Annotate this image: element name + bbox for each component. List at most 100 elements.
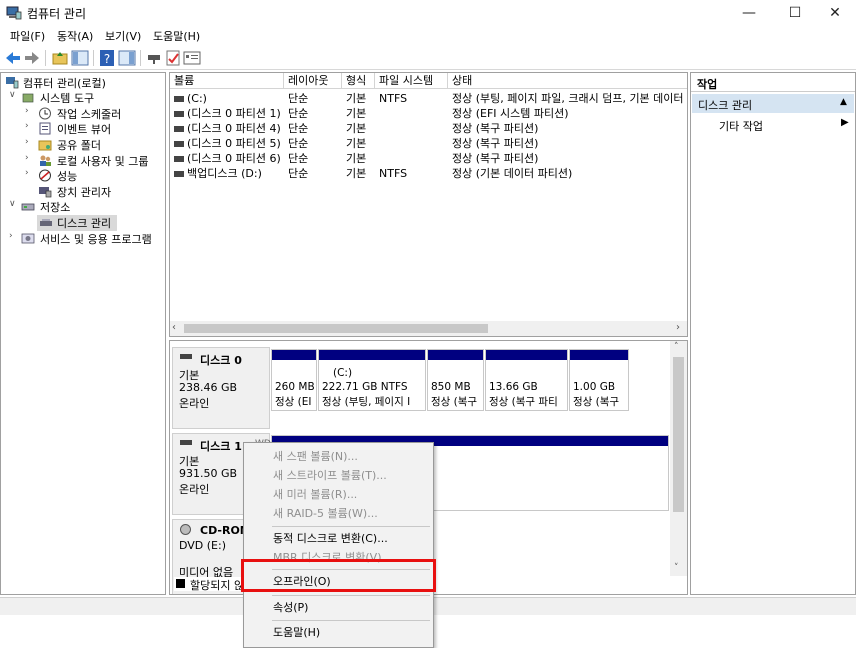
volume-row[interactable]: (디스크 0 파티션 6) 단순 기본 정상 (복구 파티션): [170, 151, 687, 166]
tree-item-system-tools[interactable]: ∨ 시스템 도구: [3, 90, 163, 106]
volume-row[interactable]: 백업디스크 (D:) 단순 기본 NTFS 정상 (기본 데이터 파티션): [170, 166, 687, 181]
check-document-icon[interactable]: [164, 49, 182, 67]
partition-title: (C:): [333, 367, 353, 379]
close-button[interactable]: ✕: [812, 0, 856, 27]
volume-filesystem: [375, 151, 448, 166]
volume-layout: 단순: [288, 167, 309, 180]
show-hide-tree-icon[interactable]: [71, 49, 89, 67]
actions-section-disk-management[interactable]: 디스크 관리 ▲: [692, 94, 854, 113]
menu-item-new-striped-volume[interactable]: 새 스트라이프 볼륨(T)...: [244, 466, 433, 485]
column-header-layout[interactable]: 레이아웃: [284, 73, 342, 89]
partition-block[interactable]: 13.66 GB 정상 (복구 파티: [485, 349, 568, 411]
chevron-right-icon[interactable]: ›: [25, 168, 33, 178]
menu-separator: [272, 526, 430, 527]
partition-bar: [319, 350, 425, 360]
minimize-button[interactable]: —: [726, 0, 772, 27]
tree-item-shared-folders[interactable]: › 공유 폴더: [3, 137, 163, 153]
volume-row[interactable]: (디스크 0 파티션 5) 단순 기본 정상 (복구 파티션): [170, 136, 687, 151]
connect-icon[interactable]: [145, 49, 163, 67]
partition-block[interactable]: (C:) 222.71 GB NTFS 정상 (부팅, 페이지 I: [318, 349, 426, 411]
volume-row[interactable]: (디스크 0 파티션 1) 단순 기본 정상 (EFI 시스템 파티션): [170, 106, 687, 121]
show-action-pane-icon[interactable]: [118, 49, 136, 67]
actions-more[interactable]: 기타 작업 ▶: [692, 116, 854, 134]
partition-block[interactable]: 260 MB 정상 (EI: [271, 349, 317, 411]
menu-item-new-spanned-volume[interactable]: 새 스팬 볼륨(N)...: [244, 447, 433, 466]
volume-status: 정상 (복구 파티션): [452, 137, 539, 150]
scroll-up-icon[interactable]: ˄: [674, 342, 679, 352]
column-header-filesystem[interactable]: 파일 시스템: [375, 73, 448, 89]
up-folder-icon[interactable]: [51, 49, 69, 67]
volume-icon: [174, 156, 184, 162]
menu-item-properties[interactable]: 속성(P): [244, 598, 433, 617]
chevron-right-icon[interactable]: ›: [25, 106, 33, 116]
tree-item-performance[interactable]: › 성능: [3, 168, 163, 184]
window-title: 컴퓨터 관리: [27, 7, 87, 21]
scrollbar-thumb[interactable]: [184, 324, 488, 333]
volume-row[interactable]: (C:) 단순 기본 NTFS 정상 (부팅, 페이지 파일, 크래시 덤프, …: [170, 91, 687, 106]
chevron-down-icon[interactable]: ∨: [9, 199, 17, 209]
collapse-arrow-icon[interactable]: ▲: [840, 97, 847, 107]
menu-separator: [272, 620, 430, 621]
volume-icon: [174, 96, 184, 102]
scrollbar-thumb[interactable]: [673, 357, 684, 512]
menu-item-new-raid5-volume[interactable]: 새 RAID-5 볼륨(W)...: [244, 504, 433, 523]
menu-item-new-mirrored-volume[interactable]: 새 미러 볼륨(R)...: [244, 485, 433, 504]
horizontal-scrollbar[interactable]: ‹ ›: [170, 321, 687, 336]
volume-status: 정상 (복구 파티션): [452, 152, 539, 165]
volume-name: (C:): [187, 92, 207, 105]
disk-name: 디스크 0: [200, 354, 242, 367]
vertical-scrollbar[interactable]: ˄ ˅: [670, 341, 687, 576]
volume-status: 정상 (기본 데이터 파티션): [452, 167, 573, 180]
disk-size: 238.46 GB: [179, 381, 238, 394]
tree-item-storage[interactable]: ∨ 저장소: [3, 199, 163, 215]
partition-size: 13.66 GB: [489, 381, 538, 393]
chevron-right-icon[interactable]: ›: [9, 231, 17, 241]
chevron-right-icon[interactable]: ›: [25, 153, 33, 163]
tree-label: 시스템 도구: [40, 92, 95, 105]
properties-icon[interactable]: [183, 49, 201, 67]
tree-item-local-users[interactable]: › 로컬 사용자 및 그룹: [3, 153, 163, 169]
volume-name-cell: (디스크 0 파티션 4): [170, 121, 284, 136]
help-icon[interactable]: ?: [98, 49, 116, 67]
computer-management-icon: [6, 6, 22, 20]
chevron-down-icon[interactable]: ∨: [9, 90, 17, 100]
shared-folder-icon: [38, 138, 52, 151]
chevron-right-icon[interactable]: ›: [25, 137, 33, 147]
tree-item-task-scheduler[interactable]: › 작업 스케줄러: [3, 106, 163, 122]
partition-block[interactable]: 850 MB 정상 (복구: [427, 349, 484, 411]
partition-block[interactable]: 1.00 GB 정상 (복구: [569, 349, 629, 411]
disk-management-icon: [39, 216, 53, 229]
chevron-right-icon[interactable]: ›: [25, 121, 33, 131]
menu-item-convert-dynamic[interactable]: 동적 디스크로 변환(C)...: [244, 529, 433, 548]
scroll-right-icon[interactable]: ›: [676, 322, 680, 333]
tree-item-services[interactable]: › 서비스 및 응용 프로그램: [3, 231, 163, 247]
tree-item-root[interactable]: 컴퓨터 관리(로컬): [3, 75, 163, 91]
menu-help[interactable]: 도움말(H): [150, 28, 203, 44]
column-header-volume[interactable]: 볼륨: [170, 73, 284, 89]
partition-status: 정상 (복구: [431, 396, 478, 408]
menu-file[interactable]: 파일(F): [7, 28, 48, 44]
tree-item-event-viewer[interactable]: › 이벤트 뷰어: [3, 121, 163, 137]
column-header-type[interactable]: 형식: [342, 73, 375, 89]
volume-icon: [174, 111, 184, 117]
tree-label: 컴퓨터 관리(로컬): [23, 77, 106, 90]
disk-0-label[interactable]: 디스크 0 기본 238.46 GB 온라인: [172, 347, 270, 429]
tree-label: 로컬 사용자 및 그룹: [57, 155, 149, 168]
scroll-left-icon[interactable]: ‹: [172, 322, 176, 333]
volume-row[interactable]: (디스크 0 파티션 4) 단순 기본 정상 (복구 파티션): [170, 121, 687, 136]
volume-name: (디스크 0 파티션 5): [187, 137, 281, 150]
forward-arrow-icon[interactable]: [23, 49, 41, 67]
scroll-down-icon[interactable]: ˅: [674, 563, 679, 573]
volume-name-cell: (C:): [170, 91, 284, 106]
actions-header: 작업: [691, 73, 855, 92]
volume-status: 정상 (복구 파티션): [452, 122, 539, 135]
back-arrow-icon[interactable]: [4, 49, 22, 67]
menu-action[interactable]: 동작(A): [54, 28, 96, 44]
tree-item-device-manager[interactable]: 장치 관리자: [3, 184, 163, 200]
column-header-status[interactable]: 상태: [448, 73, 687, 89]
tree-item-disk-management[interactable]: 디스크 관리: [37, 215, 117, 231]
volume-icon: [174, 171, 184, 177]
disk-status: 온라인: [179, 483, 210, 496]
menu-item-help[interactable]: 도움말(H): [244, 623, 433, 642]
menu-view[interactable]: 보기(V): [102, 28, 144, 44]
